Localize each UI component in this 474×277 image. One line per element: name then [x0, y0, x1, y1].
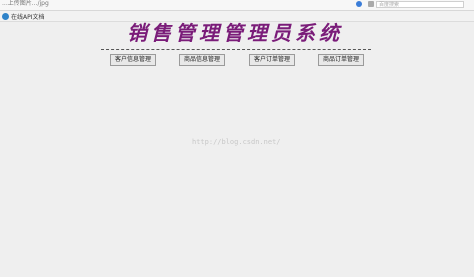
toolbar-icons: [356, 1, 374, 9]
bookmark-label: 在线API文档: [11, 13, 45, 21]
watermark: http://blog.csdn.net/: [192, 138, 281, 146]
product-info-button[interactable]: 商品信息管理: [179, 54, 225, 66]
bookmark-icon: [2, 12, 9, 20]
page-icon[interactable]: [368, 1, 374, 7]
browser-toolbar: ...上传图片.../jpg 百度搜索: [0, 0, 474, 11]
address-bar[interactable]: ...上传图片.../jpg: [0, 0, 142, 8]
product-order-button[interactable]: 商品订单管理: [318, 54, 364, 66]
customer-order-button[interactable]: 客户订单管理: [249, 54, 295, 66]
title-divider: [101, 49, 371, 50]
refresh-icon[interactable]: [356, 1, 362, 7]
bookmark-api-docs[interactable]: 在线API文档: [2, 12, 45, 21]
customer-info-button[interactable]: 客户信息管理: [110, 54, 156, 66]
page-title: 销售管理管理员系统: [127, 21, 343, 45]
search-input[interactable]: 百度搜索: [376, 1, 464, 8]
